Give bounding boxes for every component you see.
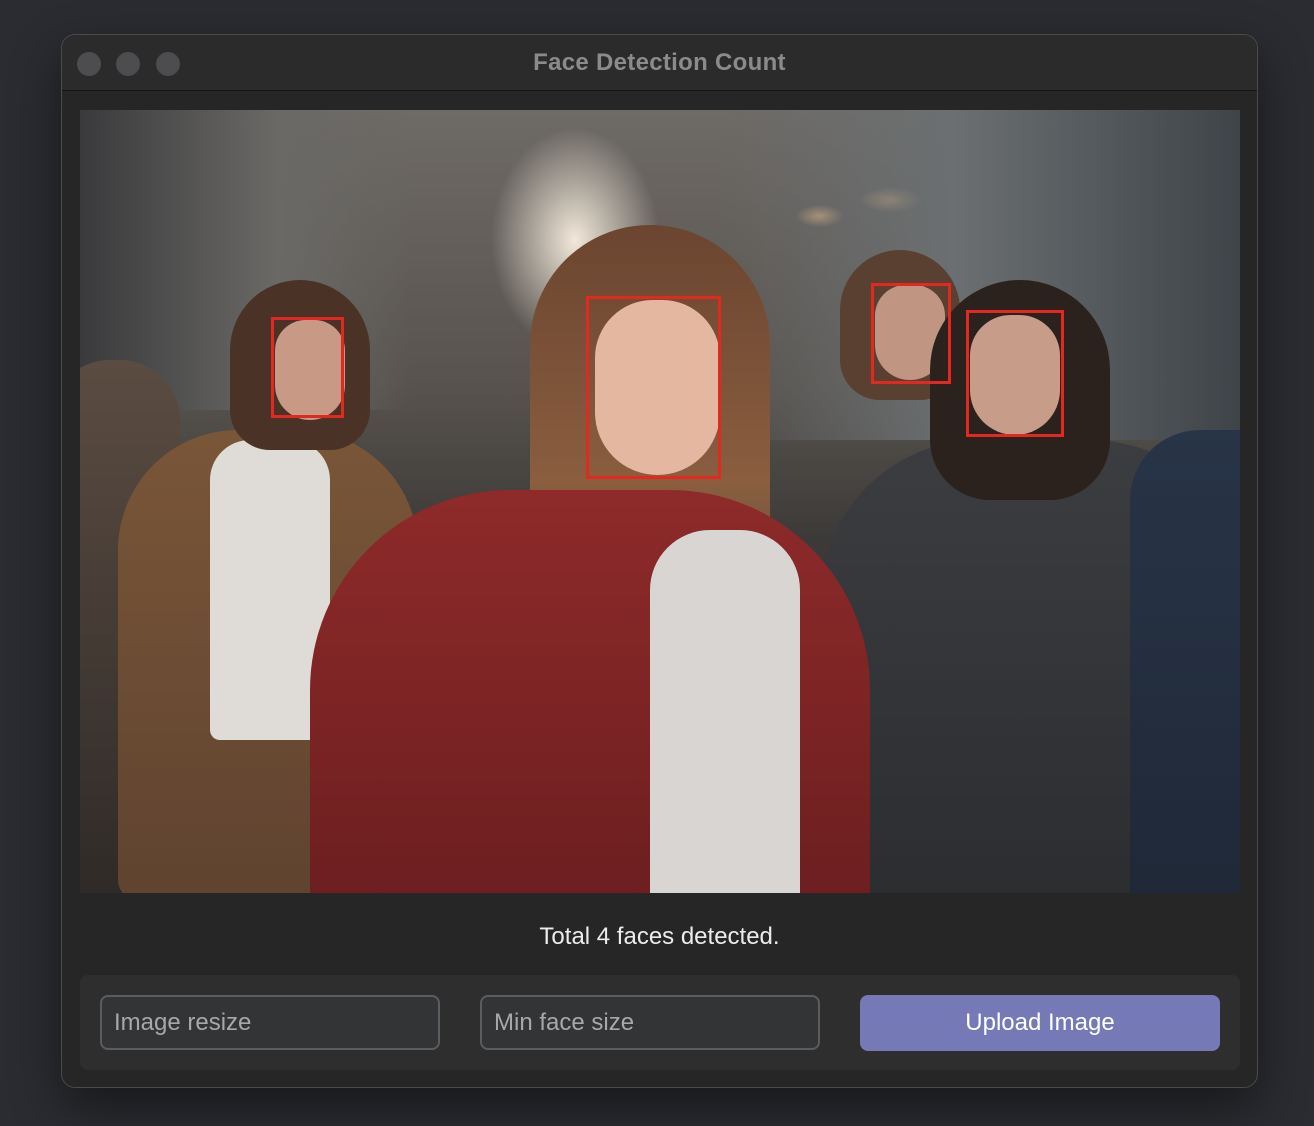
image-resize-input[interactable] bbox=[100, 995, 440, 1050]
controls-panel: Upload Image bbox=[80, 975, 1240, 1070]
face-detection-box bbox=[966, 310, 1064, 437]
face-detection-box bbox=[871, 283, 951, 384]
detection-image bbox=[80, 110, 1240, 893]
person-far-right bbox=[1130, 430, 1240, 893]
upload-image-button[interactable]: Upload Image bbox=[860, 995, 1220, 1051]
title-bar: Face Detection Count bbox=[62, 35, 1257, 91]
face-detection-box bbox=[586, 296, 721, 479]
window-title: Face Detection Count bbox=[533, 49, 786, 76]
face-detection-box bbox=[271, 317, 344, 418]
app-window: Face Detection Count Total 4 faces detec… bbox=[61, 34, 1258, 1088]
min-face-size-input[interactable] bbox=[480, 995, 820, 1050]
detection-status-text: Total 4 faces detected. bbox=[539, 923, 780, 950]
person-center-shirt bbox=[650, 530, 800, 893]
